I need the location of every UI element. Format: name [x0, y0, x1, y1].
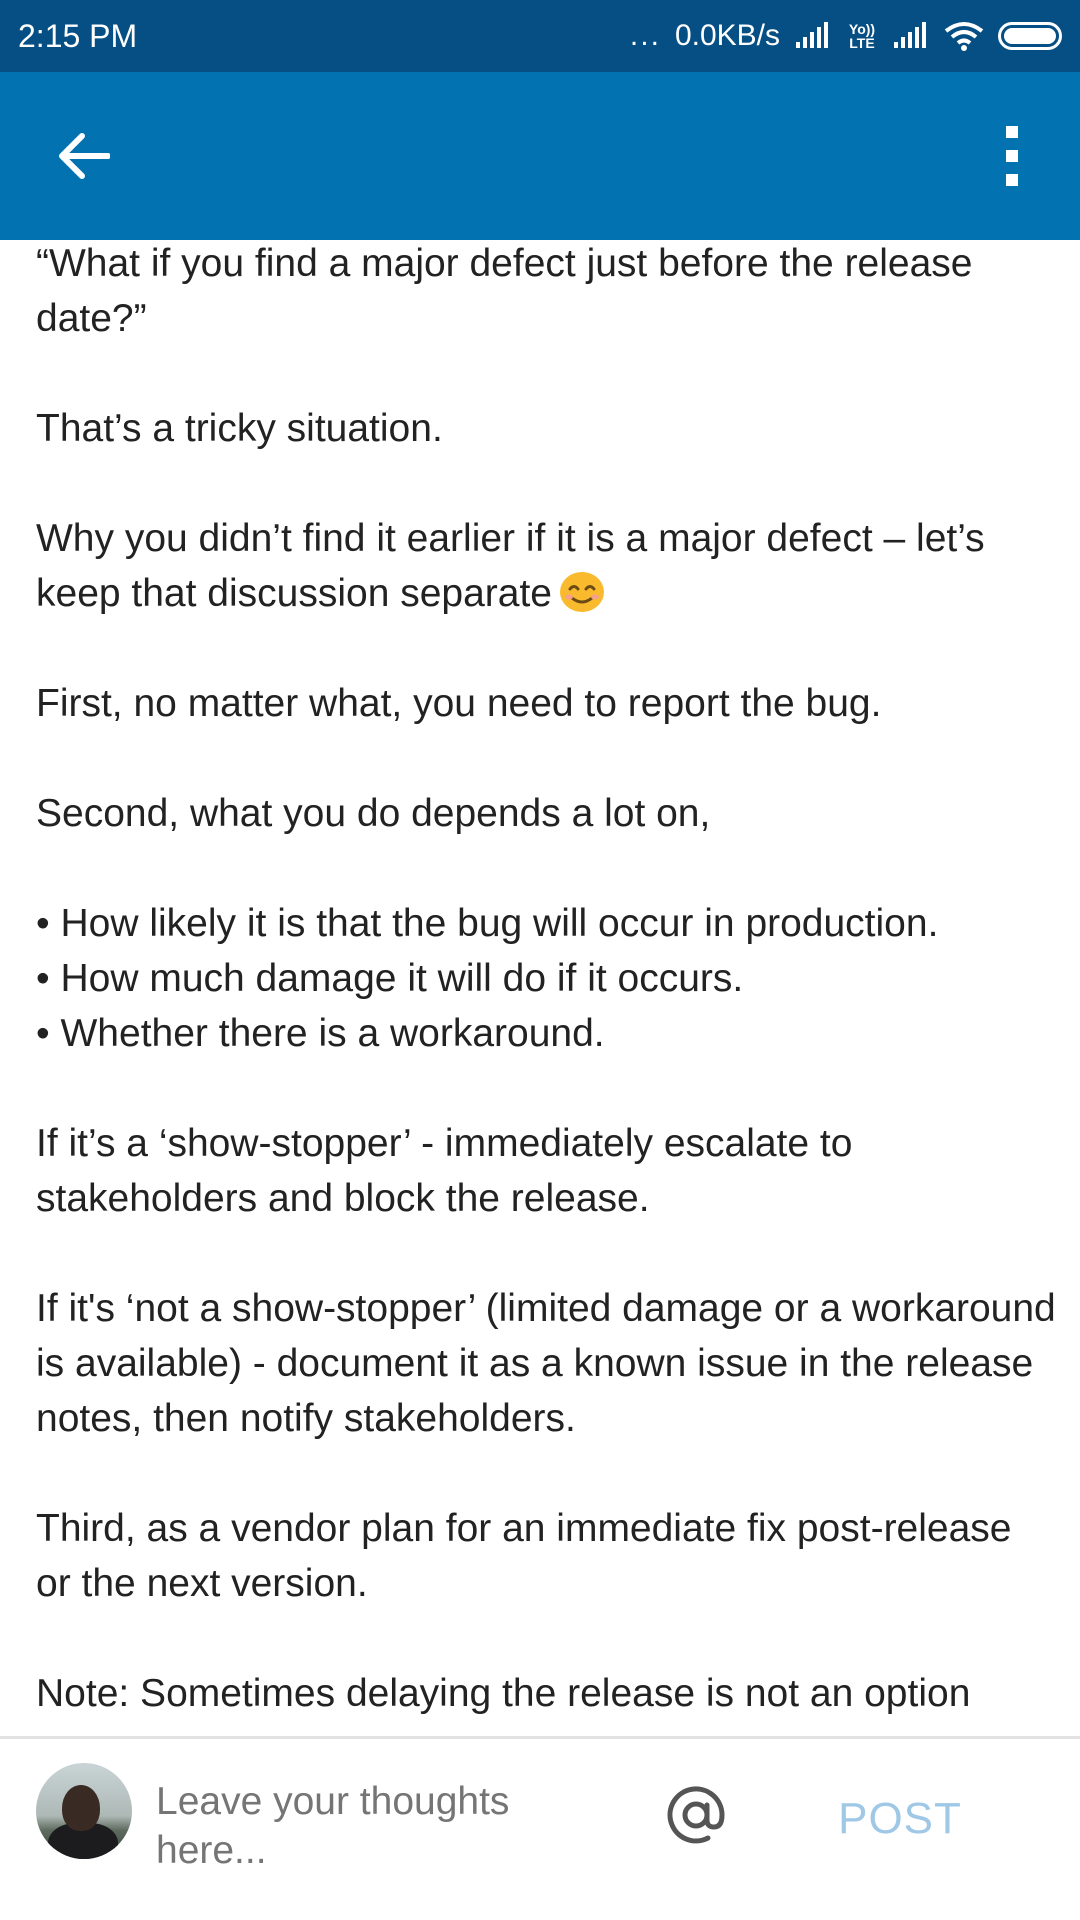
network-speed: 0.0KB/s	[674, 19, 780, 52]
bullet-list: How likely it is that the bug will occur…	[36, 896, 1056, 1061]
arrow-left-icon	[59, 133, 110, 179]
signal-icon	[796, 22, 828, 48]
back-button[interactable]	[40, 112, 128, 200]
volte-icon: Yo)) LTE	[846, 22, 878, 50]
paragraph-text: Why you didn’t find it earlier if it is …	[36, 517, 985, 615]
article-body: “What if you find a major defect just be…	[36, 240, 1056, 1736]
status-time: 2:15 PM	[18, 17, 138, 54]
volte-top-label: Yo))	[848, 21, 876, 37]
avatar-head	[62, 1785, 100, 1831]
paragraph: “What if you find a major defect just be…	[36, 242, 973, 340]
more-options-button[interactable]	[976, 112, 1048, 200]
smiling-face-icon	[560, 572, 604, 612]
paragraph: If it’s a ‘show-stopper’ - immediately e…	[36, 1122, 853, 1220]
at-sign-icon	[667, 1786, 725, 1844]
app-bar	[0, 72, 1080, 240]
notification-dots: ...	[629, 19, 661, 52]
battery-icon	[998, 22, 1062, 50]
status-bar: 2:15 PM ... 0.0KB/s Yo)) LTE	[0, 0, 1080, 72]
comment-input[interactable]	[156, 1777, 576, 1877]
wifi-icon	[944, 22, 984, 51]
paragraph-with-emoji: Why you didn’t find it earlier if it is …	[36, 511, 1056, 621]
bullet-item: How likely it is that the bug will occur…	[36, 896, 1056, 951]
signal-icon-2	[894, 22, 926, 48]
bullet-item: Whether there is a workaround.	[36, 1006, 1056, 1061]
paragraph: Note: Sometimes delaying the release is …	[36, 1672, 971, 1715]
volte-bottom-label: LTE	[849, 35, 875, 51]
bullet-item: How much damage it will do if it occurs.	[36, 951, 1056, 1006]
status-icons: ... 0.0KB/s Yo)) LTE	[630, 19, 1062, 53]
paragraph: First, no matter what, you need to repor…	[36, 682, 882, 725]
paragraph: Third, as a vendor plan for an immediate…	[36, 1507, 1012, 1605]
more-vertical-icon	[1006, 126, 1018, 186]
avatar[interactable]	[36, 1763, 132, 1859]
paragraph: That’s a tricky situation.	[36, 407, 443, 450]
mention-button[interactable]	[660, 1779, 732, 1851]
paragraph: If it's ‘not a show-stopper’ (limited da…	[36, 1287, 1056, 1440]
post-button[interactable]: POST	[820, 1787, 980, 1851]
paragraph: Second, what you do depends a lot on,	[36, 792, 711, 835]
comment-composer: POST	[0, 1739, 1080, 1920]
